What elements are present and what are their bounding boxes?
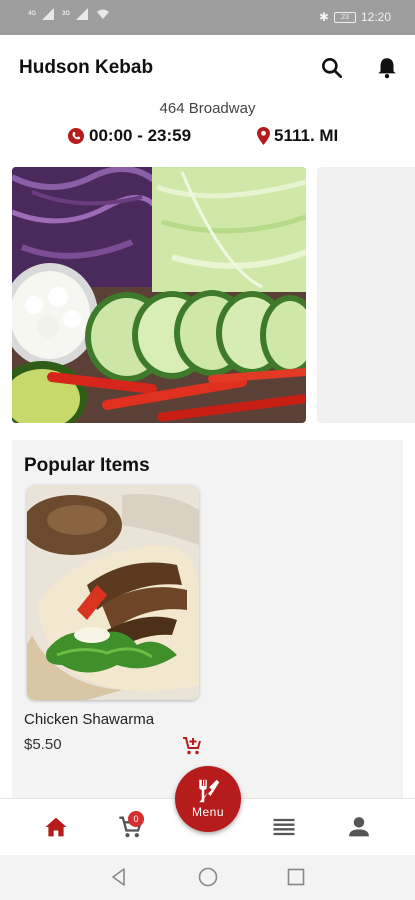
list-icon[interactable] xyxy=(270,813,298,841)
restaurant-address: 464 Broadway xyxy=(159,100,256,117)
distance: 5111. MI xyxy=(257,126,338,146)
status-indicators: 4G 3G xyxy=(28,8,110,20)
hours-text: 00:00 - 23:59 xyxy=(89,126,192,145)
popular-section: Popular Items Chicken Shawarma $5.50 xyxy=(12,440,403,810)
battery-icon: 23 xyxy=(333,11,356,23)
banner-image[interactable] xyxy=(12,167,306,423)
home-icon[interactable] xyxy=(42,813,70,841)
cutlery-icon xyxy=(199,779,220,803)
location-pin-icon xyxy=(257,127,270,145)
home-button-icon[interactable] xyxy=(197,866,219,888)
phone-icon xyxy=(68,128,84,144)
banner-next-slide[interactable] xyxy=(317,167,415,423)
add-to-cart-icon[interactable] xyxy=(180,734,204,758)
signal-icon xyxy=(42,8,55,20)
search-icon[interactable] xyxy=(319,55,345,81)
cart-count-badge: 0 xyxy=(128,811,144,827)
status-bar: 4G 3G ✱ 23 12:20 xyxy=(0,0,415,35)
bluetooth-icon: ✱ xyxy=(318,10,329,24)
signal-icon-2 xyxy=(76,8,89,20)
sim2-label: 3G xyxy=(62,10,71,17)
app-header: Hudson Kebab xyxy=(0,35,415,100)
profile-icon[interactable] xyxy=(345,813,373,841)
vegetable-photo xyxy=(12,167,306,423)
status-right: ✱ 23 12:20 xyxy=(319,10,391,24)
page-title: Hudson Kebab xyxy=(19,57,154,78)
product-price: $5.50 xyxy=(24,736,62,753)
menu-fab[interactable]: Menu xyxy=(175,766,241,832)
opening-hours: 00:00 - 23:59 xyxy=(68,126,191,146)
section-title: Popular Items xyxy=(24,455,150,476)
system-nav-bar xyxy=(0,855,415,900)
distance-text: 5111. MI xyxy=(274,126,339,145)
recents-icon[interactable] xyxy=(285,866,307,888)
info-row: 00:00 - 23:59 5111. MI xyxy=(0,126,415,150)
back-icon[interactable] xyxy=(108,866,130,888)
sim1-label: 4G xyxy=(28,10,37,17)
product-name: Chicken Shawarma xyxy=(24,711,155,728)
shawarma-photo xyxy=(27,485,199,700)
wifi-icon xyxy=(97,9,110,19)
bell-icon[interactable] xyxy=(374,55,400,81)
product-card[interactable] xyxy=(27,485,199,700)
status-time: 12:20 xyxy=(360,10,391,24)
menu-fab-label: Menu xyxy=(191,805,225,819)
